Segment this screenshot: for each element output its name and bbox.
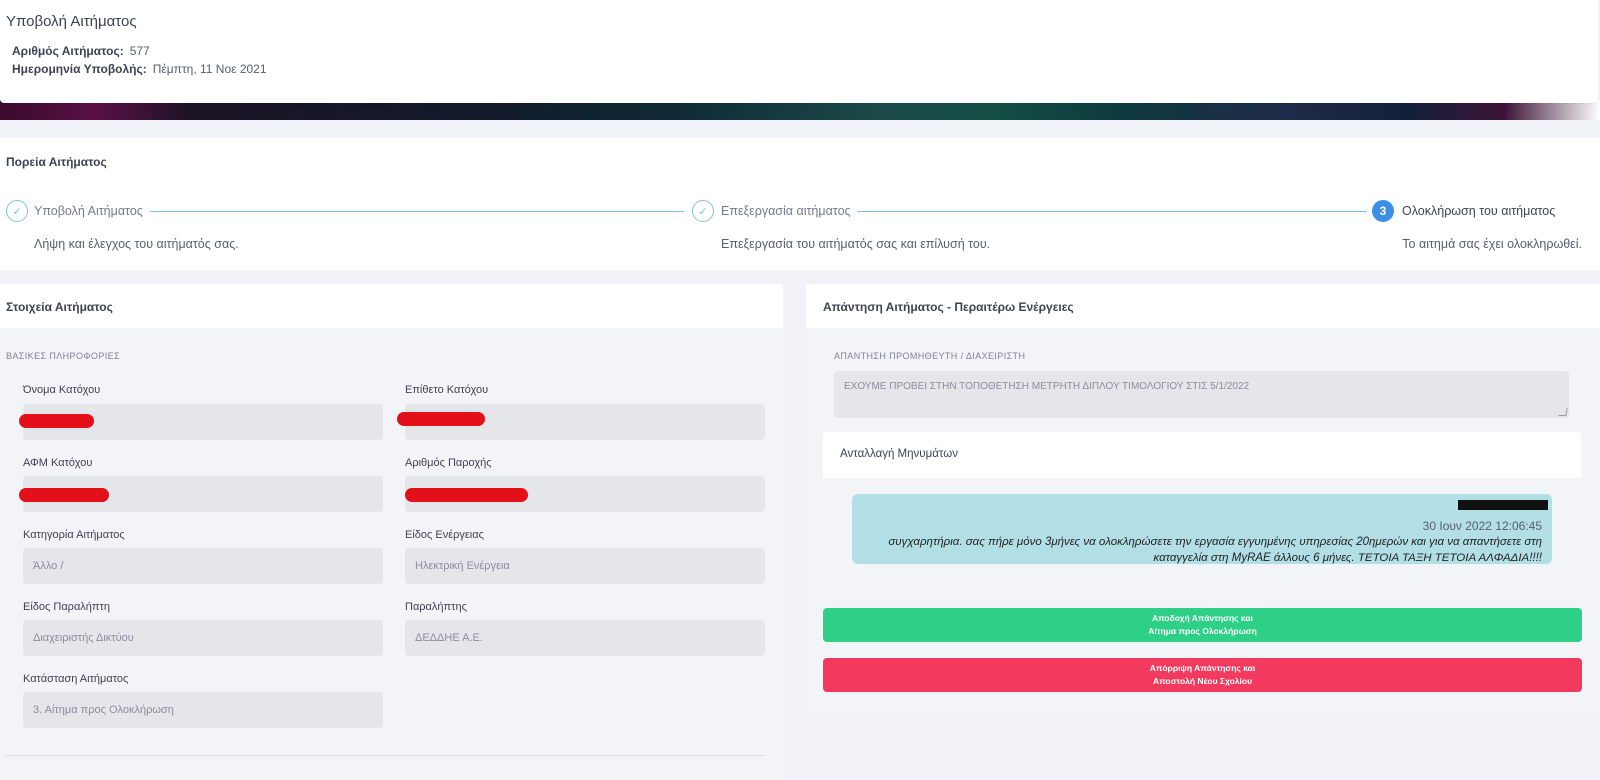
request-number-label: Αριθμός Αιτήματος: (12, 44, 124, 58)
recipient-type-field[interactable]: Διαχειριστής Δικτύου (23, 620, 383, 656)
resize-grip-icon[interactable] (1558, 408, 1568, 416)
request-number-row: Αριθμός Αιτήματος: 577 (12, 44, 150, 58)
step-3-description: Το αιτημά σας έχει ολοκληρωθεί. (1402, 237, 1582, 251)
recipient-field[interactable]: ΔΕΔΔΗΕ Α.Ε. (405, 620, 765, 656)
header-card: Υποβολή Αιτήματος Αριθμός Αιτήματος: 577 … (0, 0, 1598, 103)
header-area: Υποβολή Αιτήματος Αριθμός Αιτήματος: 577 … (0, 0, 1600, 120)
step-3-number: 3 (1372, 200, 1394, 222)
message-date: 30 Ιουν 2022 12:06:45 (1422, 519, 1542, 533)
step-1-label: Υποβολή Αιτήματος (34, 204, 143, 218)
status-label: Κατάσταση Αιτήματος (23, 673, 129, 685)
request-details-card: Στοιχεία Αιτήματος ΒΑΣΙΚΕΣ ΠΛΗΡΟΦΟΡΙΕΣ Ό… (0, 284, 783, 780)
step-1-description: Λήψη και έλεγχος του αιτήματός σας. (34, 237, 239, 251)
reject-answer-button[interactable]: Απόρριψη Απάντησης και Αποστολή Νέου Σχο… (823, 658, 1582, 692)
answer-textarea[interactable]: ΕΧΟΥΜΕ ΠΡΟΒΕΙ ΣΤΗΝ ΤΟΠΟΘΕΤΗΣΗ ΜΕΤΡΗΤΗ ΔΙ… (834, 371, 1569, 418)
submission-date-label: Ημερομηνία Υποβολής: (12, 62, 147, 76)
check-icon: ✓ (692, 200, 714, 222)
basic-info-label: ΒΑΣΙΚΕΣ ΠΛΗΡΟΦΟΡΙΕΣ (6, 351, 121, 361)
step-connector (857, 211, 1367, 212)
redaction-mark (397, 412, 485, 426)
supply-number-label: Αριθμός Παροχής (405, 457, 492, 469)
energy-type-field[interactable]: Ηλεκτρική Ενέργεια (405, 548, 765, 584)
step-connector (150, 211, 684, 212)
response-body: ΑΠΑΝΤΗΣΗ ΠΡΟΜΗΘΕΥΤΗ / ΔΙΑΧΕΙΡΙΣΤΗ ΕΧΟΥΜΕ… (806, 328, 1600, 712)
card-header: Απάντηση Αιτήματος - Περαιτέρω Ενέργειες (806, 284, 1600, 328)
messages-header: Ανταλλαγή Μηνυμάτων (823, 432, 1581, 478)
messages-card: Ανταλλαγή Μηνυμάτων 30 Ιουν 2022 12:06:4… (823, 432, 1581, 588)
accept-answer-button[interactable]: Αποδοχή Απάντησης και Αίτημα προς Ολοκλή… (823, 608, 1582, 642)
accept-button-line1: Αποδοχή Απάντησης και (1152, 613, 1253, 623)
header-banner-image (0, 100, 1600, 120)
redaction-mark (405, 488, 528, 502)
answer-text: ΕΧΟΥΜΕ ΠΡΟΒΕΙ ΣΤΗΝ ΤΟΠΟΘΕΤΗΣΗ ΜΕΤΡΗΤΗ ΔΙ… (844, 381, 1250, 392)
message-text: συγχαρητήρια. σας πήρε μόνο 3μήνες να ολ… (888, 536, 1542, 564)
redaction-mark (19, 414, 94, 428)
step-2-label: Επεξεργασία αιτήματος (721, 204, 851, 218)
response-card: Απάντηση Αιτήματος - Περαιτέρω Ενέργειες… (806, 284, 1600, 712)
submission-date-value: Πέμπτη, 11 Νοε 2021 (152, 62, 267, 76)
category-label: Κατηγορία Αιτήματος (23, 529, 125, 541)
owner-name-label: Όνομα Κατόχου (23, 384, 101, 396)
owner-surname-label: Επίθετο Κατόχου (405, 384, 489, 396)
status-field[interactable]: 3. Αίτημα προς Ολοκλήρωση (23, 692, 383, 728)
reject-button-line2: Αποστολή Νέου Σχολίου (1152, 676, 1253, 686)
reject-button-line1: Απόρριψη Απάντησης και (1149, 663, 1256, 673)
message-bubble: 30 Ιουν 2022 12:06:45 συγχαρητήρια. σας … (852, 494, 1552, 564)
card-header: Στοιχεία Αιτήματος (0, 284, 783, 328)
progress-title: Πορεία Αιτήματος (6, 155, 107, 169)
category-field[interactable]: Άλλο / (23, 548, 383, 584)
step-2-description: Επεξεργασία του αιτήματός σας και επίλυσ… (721, 237, 991, 251)
message-author-redacted (862, 497, 1548, 515)
submission-date-row: Ημερομηνία Υποβολής: Πέμπτη, 11 Νοε 2021 (12, 62, 267, 76)
progress-card: Πορεία Αιτήματος ✓ Υποβολή Αιτήματος Λήψ… (0, 138, 1600, 270)
answer-label: ΑΠΑΝΤΗΣΗ ΠΡΟΜΗΘΕΥΤΗ / ΔΙΑΧΕΙΡΙΣΤΗ (834, 351, 1026, 361)
redaction-mark (19, 488, 109, 502)
page-title: Υποβολή Αιτήματος (6, 13, 137, 30)
request-number-value: 577 (129, 44, 150, 58)
check-icon: ✓ (6, 200, 28, 222)
recipient-label: Παραλήπτης (405, 601, 467, 613)
accept-button-line2: Αίτημα προς Ολοκλήρωση (1148, 626, 1257, 636)
owner-afm-label: ΑΦΜ Κατόχου (23, 457, 93, 469)
messages-body: 30 Ιουν 2022 12:06:45 συγχαρητήρια. σας … (823, 478, 1581, 588)
energy-type-label: Είδος Ενέργειας (405, 529, 484, 541)
recipient-type-label: Είδος Παραλήπτη (23, 601, 110, 613)
messages-title: Ανταλλαγή Μηνυμάτων (840, 448, 958, 460)
details-body: ΒΑΣΙΚΕΣ ΠΛΗΡΟΦΟΡΙΕΣ Όνομα Κατόχου Επίθετ… (0, 328, 783, 780)
response-title: Απάντηση Αιτήματος - Περαιτέρω Ενέργειες (823, 300, 1074, 314)
step-3-label: Ολοκλήρωση του αιτήματος (1402, 204, 1556, 218)
divider (6, 755, 765, 756)
details-title: Στοιχεία Αιτήματος (6, 300, 113, 314)
